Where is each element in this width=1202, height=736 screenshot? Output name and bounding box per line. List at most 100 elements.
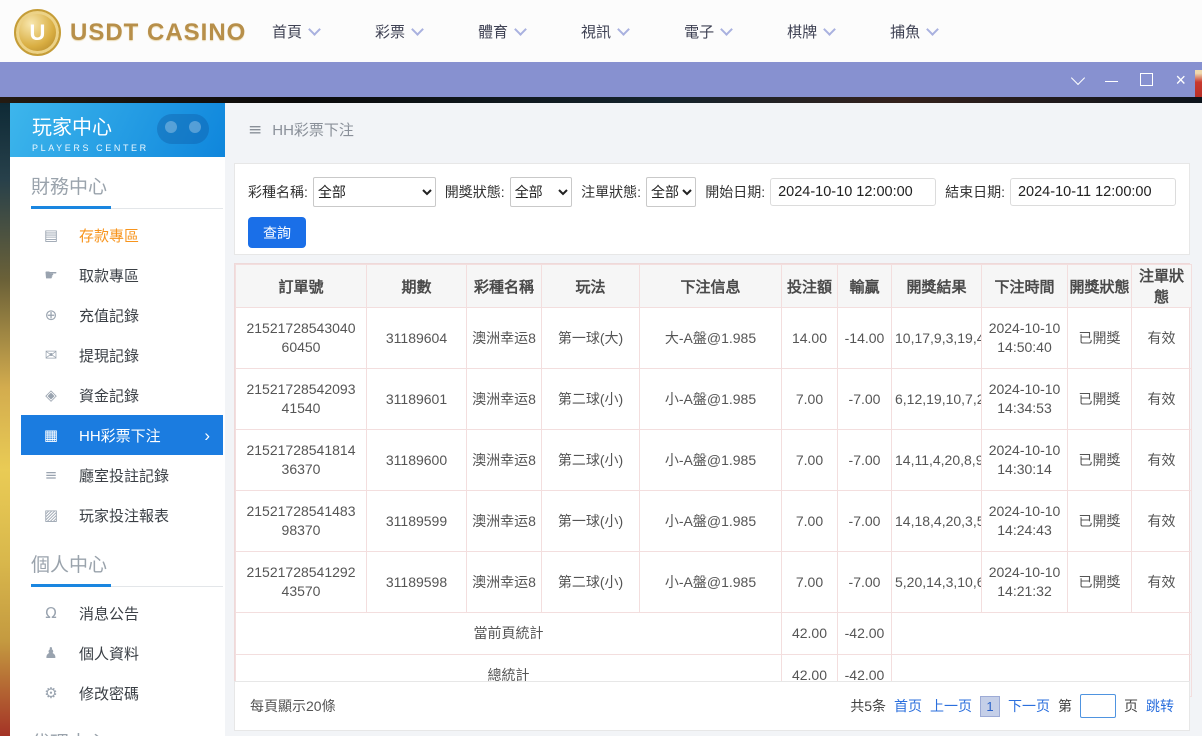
table-cell: 小-A盤@1.985 bbox=[639, 368, 782, 430]
table-cell: 小-A盤@1.985 bbox=[639, 490, 782, 552]
table-cell: 有效 bbox=[1131, 490, 1192, 552]
table-cell: 31189598 bbox=[366, 551, 467, 613]
order-status-select[interactable]: 全部 bbox=[646, 177, 697, 207]
summary-empty-cell bbox=[891, 612, 1192, 655]
column-header: 開獎狀態 bbox=[1067, 264, 1132, 308]
brand-logo[interactable]: U USDT CASINO bbox=[14, 9, 246, 56]
next-page-link[interactable]: 下一页 bbox=[1008, 696, 1050, 716]
start-date-input[interactable] bbox=[770, 178, 937, 206]
table-cell: 已開獎 bbox=[1067, 551, 1132, 613]
chevron-down-icon bbox=[514, 22, 527, 36]
table-cell: 澳洲幸运8 bbox=[466, 551, 542, 613]
chevron-right-icon: › bbox=[204, 425, 210, 445]
table-cell: -7.00 bbox=[837, 429, 892, 491]
nav-item-label: 電子 bbox=[684, 23, 715, 41]
table-cell: 2024-10-10 14:50:40 bbox=[981, 307, 1068, 369]
table-cell: -7.00 bbox=[837, 490, 892, 552]
end-date-input[interactable] bbox=[1009, 178, 1176, 206]
table-cell: 7.00 bbox=[781, 429, 838, 491]
column-header: 開獎結果 bbox=[891, 264, 982, 308]
first-page-link[interactable]: 首页 bbox=[894, 696, 922, 716]
sidebar-item-announcements[interactable]: Ω 消息公告 bbox=[21, 593, 223, 633]
sidebar-item-label: 存款專區 bbox=[79, 227, 140, 245]
close-button[interactable]: × bbox=[1175, 71, 1186, 89]
table-cell: 已開獎 bbox=[1067, 368, 1132, 430]
column-header: 下注信息 bbox=[639, 264, 782, 308]
page-title: HH彩票下注 bbox=[272, 122, 354, 139]
nav-item-label: 首頁 bbox=[272, 23, 303, 41]
table-cell: 2024-10-10 14:30:14 bbox=[981, 429, 1068, 491]
bets-table: 訂單號 期數 彩種名稱 玩法 下注信息 投注額 輸贏 開獎結果 下注時間 開獎狀態 注單狀態 2152… bbox=[235, 264, 1192, 697]
sidebar-item-withdraw-zone[interactable]: ☛ 取款專區 bbox=[21, 255, 223, 295]
table-cell: 31189604 bbox=[366, 307, 467, 369]
current-page[interactable]: 1 bbox=[980, 695, 1000, 717]
wallet-icon: ✉ bbox=[44, 346, 58, 364]
sidebar-item-label: 取款專區 bbox=[79, 267, 140, 285]
jump-page-input[interactable] bbox=[1080, 694, 1116, 718]
sidebar-item-label: HH彩票下注 bbox=[79, 427, 161, 445]
sidebar-item-funds-records[interactable]: ◈ 資金記錄 bbox=[21, 375, 223, 415]
sidebar-item-profile[interactable]: ♟ 個人資料 bbox=[21, 633, 223, 673]
breadcrumb: ≡ HH彩票下注 bbox=[225, 103, 1202, 140]
sidebar-item-hh-lottery-bets[interactable]: ▦ HH彩票下注 › bbox=[21, 415, 223, 455]
window-controls: × bbox=[1071, 62, 1186, 97]
sidebar-item-recharge-records[interactable]: ⊕ 充值記錄 bbox=[21, 295, 223, 335]
column-header: 投注額 bbox=[781, 264, 838, 308]
chevron-down-icon bbox=[720, 22, 733, 36]
total-count: 共5条 bbox=[850, 698, 886, 714]
sidebar-section-title: 代理中心 bbox=[31, 728, 225, 736]
background-edge bbox=[1195, 70, 1202, 97]
sidebar-item-label: 充值記錄 bbox=[79, 307, 140, 325]
nav-item-5[interactable]: 棋牌 bbox=[787, 21, 836, 42]
table-cell: 有效 bbox=[1131, 551, 1192, 613]
summary-winloss-total: -42.00 bbox=[837, 612, 892, 655]
table-cell: 第二球(小) bbox=[541, 368, 640, 430]
search-button[interactable]: 查詢 bbox=[248, 217, 306, 248]
draw-status-select[interactable]: 全部 bbox=[509, 177, 573, 207]
pagination-bar: 每頁顯示20條 共5条 首页 上一页 1 下一页 第 页 跳转 bbox=[234, 681, 1190, 731]
nav-item-label: 棋牌 bbox=[787, 23, 818, 41]
table-row: 2152172854148398370 31189599 澳洲幸运8 第一球(小) 小-… bbox=[235, 490, 1192, 552]
table-cell: 10,17,9,3,19,4,6,5 bbox=[891, 307, 982, 369]
order-status-label: 注單狀態: bbox=[581, 184, 642, 200]
table-cell: 澳洲幸运8 bbox=[466, 490, 542, 552]
sidebar-item-deposit-zone[interactable]: ▤ 存款專區 bbox=[21, 215, 223, 255]
sidebar-item-label: 修改密碼 bbox=[79, 685, 140, 703]
table-cell: 7.00 bbox=[781, 368, 838, 430]
sidebar-item-withdraw-records[interactable]: ✉ 提現記錄 bbox=[21, 335, 223, 375]
chevron-down-icon bbox=[926, 22, 939, 36]
filter-row: 彩種名稱: 全部 開獎狀態: 全部 注單狀態: 全部 開始日期: 結束日期: bbox=[248, 177, 1176, 207]
table-cell: 澳洲幸运8 bbox=[466, 307, 542, 369]
minimize-button[interactable] bbox=[1105, 77, 1119, 83]
sidebar-item-room-bet-records[interactable]: ≡ 廳室投註記錄 bbox=[21, 455, 223, 495]
nav-item-1[interactable]: 彩票 bbox=[375, 21, 424, 42]
maximize-button[interactable] bbox=[1140, 73, 1154, 86]
background-left-strip bbox=[0, 103, 10, 736]
collapse-button[interactable] bbox=[1071, 70, 1086, 85]
column-header: 輸贏 bbox=[837, 264, 892, 308]
sidebar-item-label: 提現記錄 bbox=[79, 347, 140, 365]
lottery-name-label: 彩種名稱: bbox=[248, 184, 308, 200]
table-cell: 6,12,19,10,7,2,1,3 bbox=[891, 368, 982, 430]
nav-item-0[interactable]: 首頁 bbox=[272, 21, 321, 42]
nav-item-3[interactable]: 視訊 bbox=[581, 21, 630, 42]
chevron-down-icon bbox=[308, 22, 321, 36]
jump-button[interactable]: 跳转 bbox=[1146, 696, 1174, 716]
nav-item-4[interactable]: 電子 bbox=[684, 21, 733, 42]
summary-bet-total: 42.00 bbox=[781, 612, 838, 655]
nav-item-2[interactable]: 體育 bbox=[478, 21, 527, 42]
sidebar-item-player-bet-report[interactable]: ▨ 玩家投注報表 bbox=[21, 495, 223, 535]
nav-item-6[interactable]: 捕魚 bbox=[890, 21, 939, 42]
page-size-text: 每頁顯示20條 bbox=[250, 698, 336, 714]
table-cell: 第二球(小) bbox=[541, 429, 640, 491]
table-cell: 有效 bbox=[1131, 429, 1192, 491]
menu-icon[interactable]: ≡ bbox=[248, 120, 262, 140]
sidebar-item-change-password[interactable]: ⚙ 修改密碼 bbox=[21, 673, 223, 713]
lottery-name-select[interactable]: 全部 bbox=[312, 177, 436, 207]
prev-page-link[interactable]: 上一页 bbox=[930, 696, 972, 716]
table-cell: 2152172854181436370 bbox=[235, 429, 367, 491]
chevron-down-icon bbox=[411, 22, 424, 36]
sidebar-section-title: 個人中心 bbox=[31, 555, 108, 576]
filter-panel: 彩種名稱: 全部 開獎狀態: 全部 注單狀態: 全部 開始日期: 結束日期: 查… bbox=[234, 163, 1190, 255]
gamepad-icon bbox=[157, 114, 209, 144]
